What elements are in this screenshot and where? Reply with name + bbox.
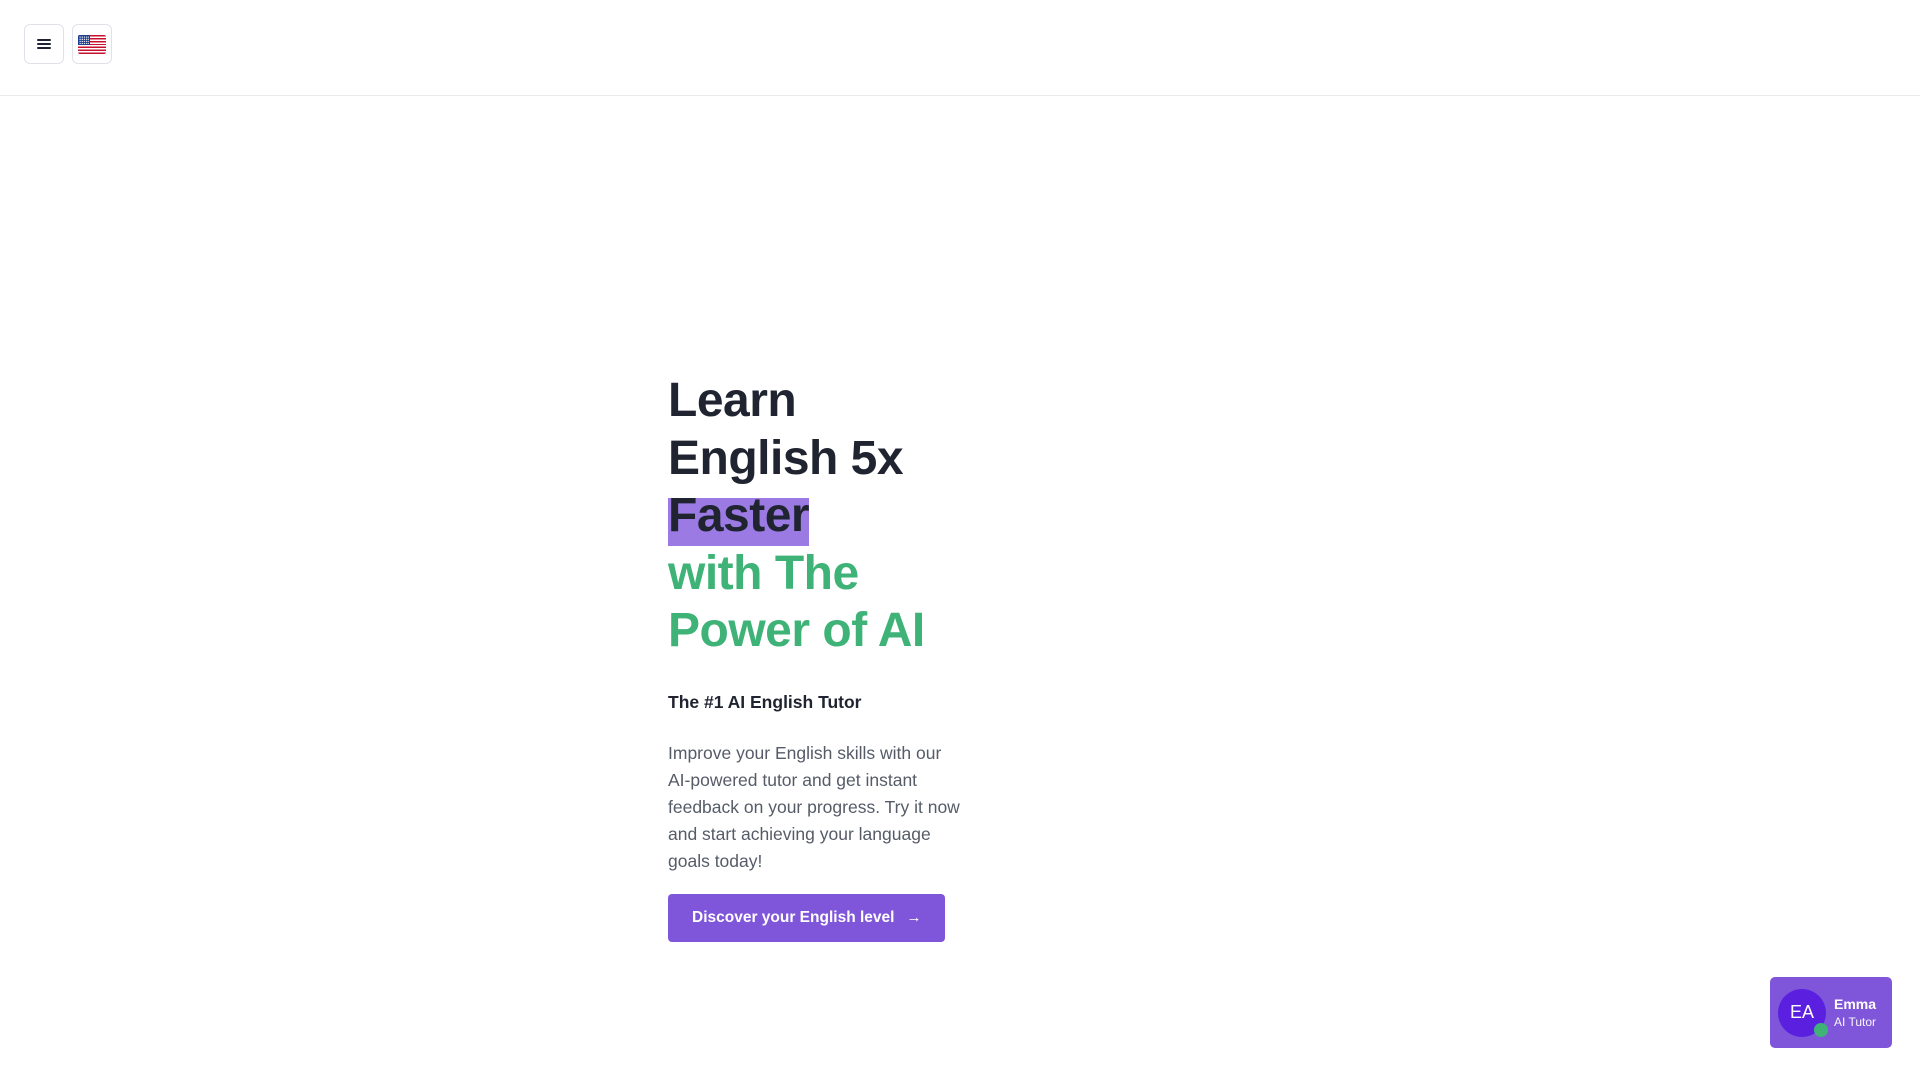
language-selector-button[interactable] [72, 24, 112, 64]
cta-label: Discover your English level [692, 908, 895, 926]
avatar-initials: EA [1789, 1002, 1814, 1022]
tutor-info: Emma AI Tutor [1834, 995, 1876, 1031]
online-status-indicator [1814, 1022, 1828, 1037]
headline-highlight: Faster [668, 487, 810, 545]
hamburger-menu-icon [37, 39, 51, 49]
headline-line-2: English 5x [668, 431, 904, 485]
menu-button[interactable] [24, 24, 64, 64]
hero-description: Improve your English skills with our AI-… [668, 742, 960, 871]
hero-section: Learn English 5x Faster with The Power o… [668, 372, 968, 942]
avatar: EA [1778, 988, 1828, 1037]
tutor-name: Emma [1834, 995, 1877, 1012]
hero-subtitle: The #1 AI English Tutor [668, 691, 862, 712]
headline-line-3: Faster [668, 487, 968, 545]
top-navigation-bar [0, 0, 1920, 96]
hero-headline: Learn English 5x Faster with The Power o… [668, 372, 968, 660]
discover-level-button[interactable]: Discover your English level → [668, 893, 946, 942]
tutor-role: AI Tutor [1834, 1014, 1877, 1029]
headline-accent-line-1: with The [668, 546, 859, 600]
arrow-right-icon: → [906, 909, 922, 926]
us-flag-icon [78, 34, 106, 54]
headline-accent-line-2: Power of AI [668, 604, 925, 657]
ai-tutor-chat-widget[interactable]: EA Emma AI Tutor [1770, 977, 1892, 1048]
headline-line-1: Learn [668, 374, 797, 427]
